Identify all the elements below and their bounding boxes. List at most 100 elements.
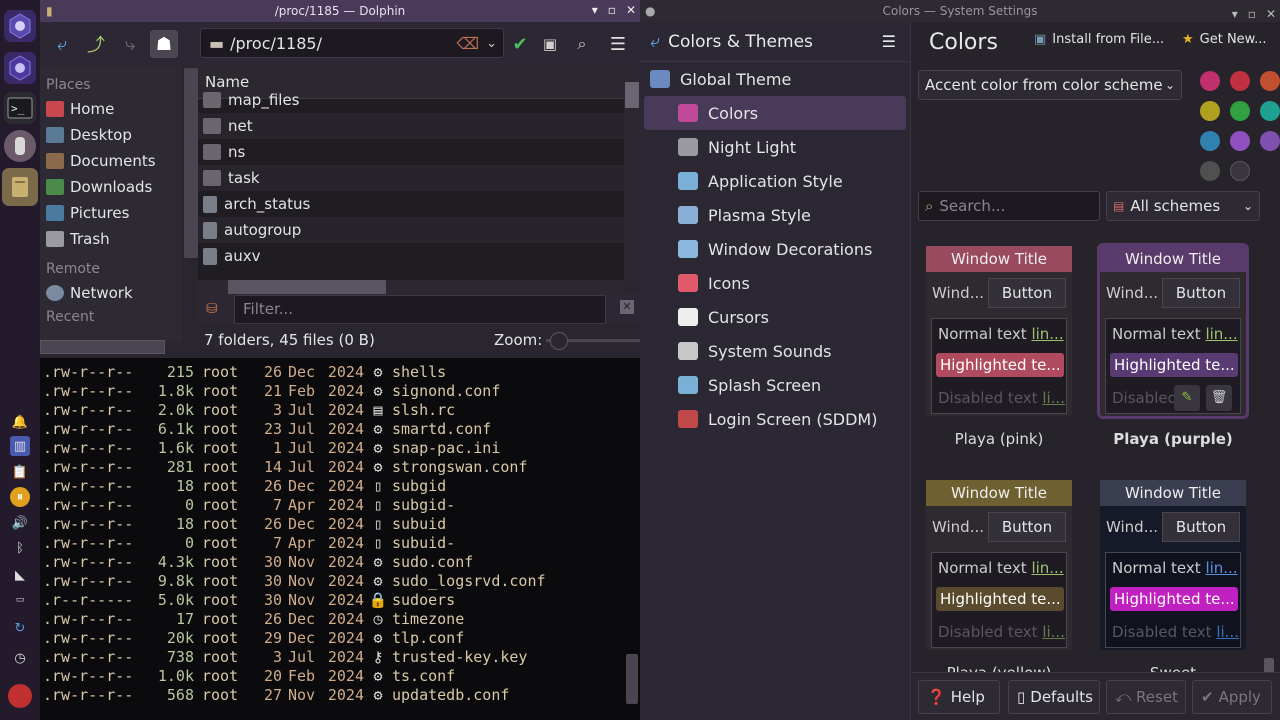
system-settings-icon[interactable]: [4, 130, 36, 162]
nav-item-application-style[interactable]: Application Style: [640, 164, 910, 198]
kde-connect-icon[interactable]: ↻: [10, 618, 30, 638]
place-documents[interactable]: Documents: [40, 148, 182, 174]
color-scheme-card[interactable]: Window Title Wind... Button Normal text lin…: [926, 246, 1072, 416]
filter-input[interactable]: Filter...: [234, 295, 606, 324]
search-icon[interactable]: ⌕: [568, 30, 596, 58]
close-filter-icon[interactable]: ✕: [620, 300, 634, 314]
clock-icon[interactable]: ◷: [10, 648, 30, 668]
strawberry-icon[interactable]: [8, 684, 32, 708]
terminal-line: .r--r----- 5.0k root 30 Nov 2024 🔒 sudoers: [40, 591, 640, 610]
hamburger-menu-icon[interactable]: ☰: [604, 30, 632, 58]
nav-item-splash-screen[interactable]: Splash Screen: [640, 368, 910, 402]
confirm-location-icon[interactable]: ✔: [506, 30, 534, 58]
file-row[interactable]: autogroup: [198, 217, 624, 243]
volume-icon[interactable]: 🔊: [10, 513, 30, 533]
task-manager-icon[interactable]: ▥: [10, 436, 30, 456]
accent-swatch[interactable]: [1230, 131, 1250, 151]
accent-swatch[interactable]: [1200, 71, 1220, 91]
accent-swatch[interactable]: [1200, 161, 1220, 181]
help-button[interactable]: ❓ Help: [918, 680, 1000, 714]
nav-item-night-light[interactable]: Night Light: [640, 130, 910, 164]
get-new-button[interactable]: ★ Get New...: [1182, 32, 1267, 47]
accent-swatch[interactable]: [1230, 71, 1250, 91]
file-row[interactable]: net: [198, 113, 624, 139]
place-pictures[interactable]: Pictures: [40, 200, 182, 226]
accent-swatch[interactable]: [1260, 101, 1280, 121]
file-row[interactable]: arch_status: [198, 191, 624, 217]
terminal-window[interactable]: .rw-r--r-- 215 root 26 Dec 2024 ⚙ shells .rw-r--…: [40, 358, 640, 720]
accent-swatch[interactable]: [1260, 71, 1280, 91]
battery-icon[interactable]: ▭: [10, 590, 30, 610]
back-icon[interactable]: ⤶: [48, 30, 76, 58]
chevron-down-icon[interactable]: ⌄: [486, 36, 497, 51]
scheme-search-input[interactable]: ⌕ Search...: [918, 191, 1100, 221]
accent-swatch[interactable]: [1200, 131, 1220, 151]
nav-item-login-screen-sddm[interactable]: Login Screen (SDDM): [640, 402, 910, 436]
accent-color-combo[interactable]: Accent color from color scheme ⌄: [918, 70, 1182, 100]
new-tab-icon[interactable]: ▣: [536, 30, 564, 58]
defaults-button[interactable]: ▯ Defaults: [1008, 680, 1100, 714]
nav-item-icons[interactable]: Icons: [640, 266, 910, 300]
filelist-vscroll-handle[interactable]: [625, 82, 639, 108]
network-tray-icon[interactable]: ◣: [10, 565, 30, 585]
ghost-view-icon[interactable]: ☗: [150, 30, 178, 58]
place-downloads[interactable]: Downloads: [40, 174, 182, 200]
nav-item-window-decorations[interactable]: Window Decorations: [640, 232, 910, 266]
color-scheme-card[interactable]: Window Title Wind... Button Normal text lin…: [1100, 480, 1246, 650]
accent-swatch[interactable]: [1260, 131, 1280, 151]
places-scrollbar[interactable]: [182, 66, 198, 340]
place-trash[interactable]: Trash: [40, 226, 182, 252]
filelist-hscroll[interactable]: [198, 280, 624, 294]
nav-item-system-sounds[interactable]: System Sounds: [640, 334, 910, 368]
forward-icon[interactable]: ⤷: [116, 30, 144, 58]
nav-item-global-theme[interactable]: Global Theme: [640, 62, 910, 96]
notification-bell-icon[interactable]: 🔔: [10, 412, 30, 432]
filelist-hscroll-handle[interactable]: [228, 280, 386, 294]
maximize-icon[interactable]: ▫: [608, 3, 616, 17]
filelist-vscroll[interactable]: [624, 66, 640, 280]
apply-button[interactable]: ✔ Apply: [1192, 680, 1272, 714]
file-row[interactable]: task: [198, 165, 624, 191]
location-bar[interactable]: ▬ /proc/1185/ ⌫ ⌄: [200, 28, 504, 58]
nav-item-plasma-style[interactable]: Plasma Style: [640, 198, 910, 232]
color-scheme-card[interactable]: Window Title Wind... Button Normal text lin…: [1097, 243, 1249, 419]
place-desktop[interactable]: Desktop: [40, 122, 182, 148]
sidebar-menu-icon[interactable]: ☰: [882, 32, 896, 51]
schemes-filter-combo[interactable]: ▤ All schemes ⌄: [1106, 191, 1260, 221]
minimize-icon[interactable]: ▾: [592, 3, 598, 17]
color-scheme-card[interactable]: Window Title Wind... Button Normal text lin…: [926, 480, 1072, 650]
dolphin-icon[interactable]: [2, 168, 38, 206]
zoom-slider-handle[interactable]: [550, 332, 568, 350]
terminal-year: 2024: [327, 477, 364, 495]
activities-icon[interactable]: [4, 52, 36, 84]
edit-scheme-icon[interactable]: ✎: [1174, 385, 1200, 411]
file-row[interactable]: map_files: [198, 87, 624, 113]
delete-scheme-icon[interactable]: 🗑: [1206, 385, 1232, 411]
terminal-day: 7: [272, 496, 282, 514]
nav-item-cursors[interactable]: Cursors: [640, 300, 910, 334]
place-home[interactable]: Home: [40, 96, 182, 122]
custom-color-picker-icon[interactable]: [1230, 161, 1250, 181]
file-row[interactable]: ns: [198, 139, 624, 165]
clear-location-icon[interactable]: ⌫: [456, 34, 479, 53]
file-row[interactable]: auxv: [198, 243, 624, 268]
up-icon[interactable]: ⤴: [82, 30, 110, 58]
place-network[interactable]: Network: [40, 280, 182, 306]
places-scroll-handle[interactable]: [184, 68, 198, 258]
places-hscroll-handle[interactable]: [40, 340, 165, 354]
install-from-file-button[interactable]: ▣ Install from File...: [1034, 32, 1164, 47]
nav-item-colors[interactable]: Colors: [644, 96, 906, 130]
left-panel: >_ 🔔 ▥ 📋 ⏸ 🔊 ᛒ ◣ ▭ ↻ ◷: [0, 0, 40, 720]
app-launcher-icon[interactable]: [4, 10, 36, 42]
dolphin-app-icon: ▮: [46, 4, 53, 18]
terminal-icon[interactable]: >_: [4, 92, 36, 124]
reset-button[interactable]: ⤺ Reset: [1106, 680, 1186, 714]
clipboard-icon[interactable]: 📋: [10, 462, 30, 482]
accent-swatch[interactable]: [1230, 101, 1250, 121]
back-arrow-icon[interactable]: ⤶: [650, 31, 660, 52]
terminal-scroll-handle[interactable]: [626, 654, 638, 704]
bluetooth-icon[interactable]: ᛒ: [10, 538, 30, 558]
accent-swatch[interactable]: [1200, 101, 1220, 121]
media-pause-icon[interactable]: ⏸: [10, 487, 30, 507]
close-icon[interactable]: ✕: [626, 3, 636, 17]
